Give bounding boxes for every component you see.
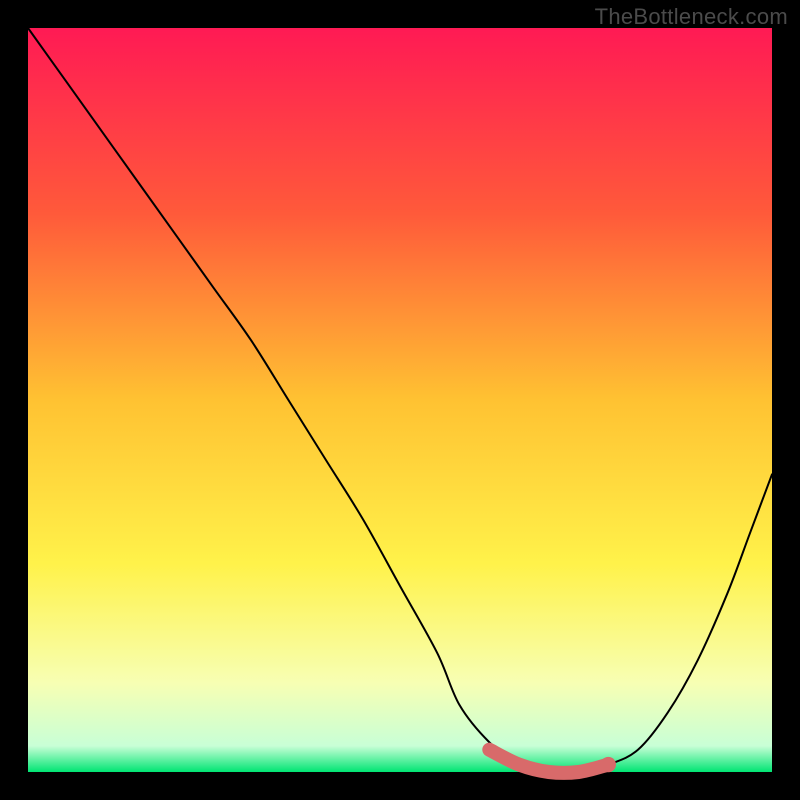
watermark-text: TheBottleneck.com (595, 4, 788, 30)
plot-area (28, 28, 772, 772)
chart-svg (0, 0, 800, 800)
optimal-band-end-dot (601, 757, 616, 772)
chart-stage: TheBottleneck.com (0, 0, 800, 800)
